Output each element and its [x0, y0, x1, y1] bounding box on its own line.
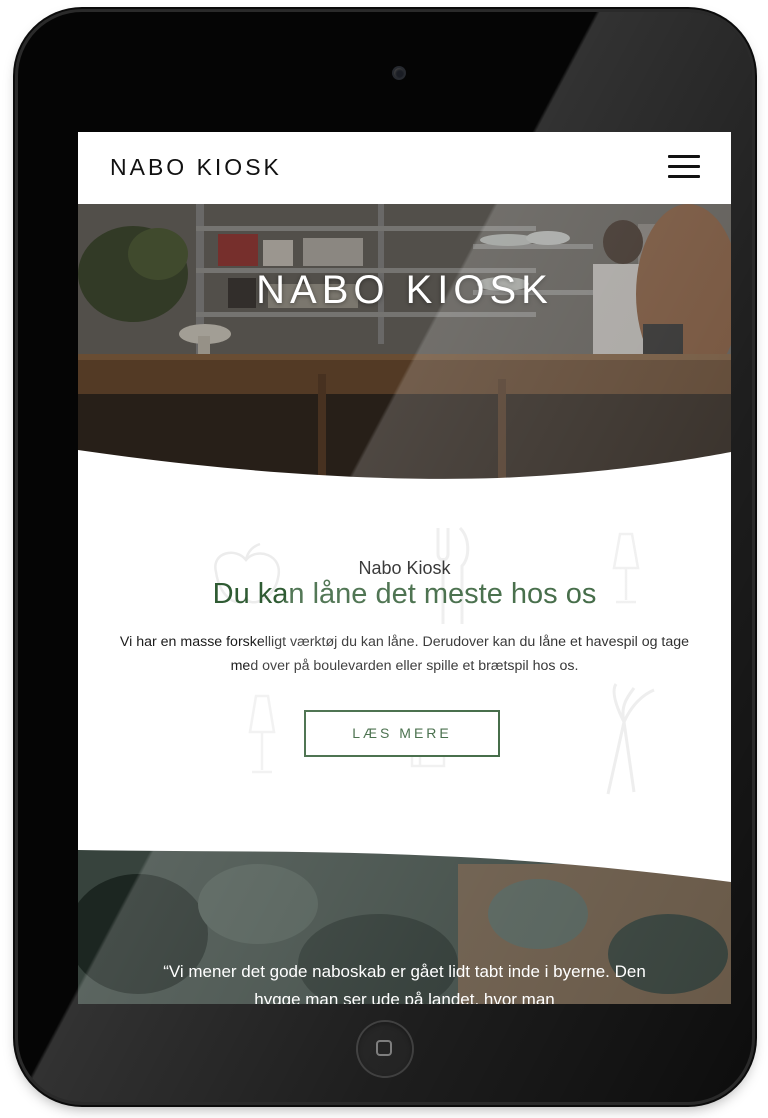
hero-banner: NABO KIOSK: [78, 204, 731, 494]
section-eyebrow: Nabo Kiosk: [358, 558, 451, 578]
camera-icon: [394, 68, 404, 78]
read-more-button[interactable]: LÆS MERE: [304, 710, 500, 757]
lamp-illustration-icon: [248, 694, 276, 774]
quote-section: “Vi mener det gode naboskab er gået lidt…: [78, 844, 731, 1004]
home-square-icon: [376, 1040, 392, 1056]
hero-title: NABO KIOSK: [256, 268, 553, 312]
intro-section: Nabo Kiosk Du kan låne det meste hos os …: [78, 494, 731, 854]
navbar: NABO KIOSK: [78, 132, 731, 204]
brand-logo[interactable]: NABO KIOSK: [110, 154, 282, 181]
screen: NABO KIOSK NABO KIOSK Nabo Kiosk Du kan …: [78, 132, 731, 1004]
section-body-text: Vi har en masse forskelligt værktøj du k…: [119, 634, 690, 674]
hero-wave-divider: [78, 450, 731, 494]
hamburger-menu-icon[interactable]: [668, 152, 700, 182]
home-button-icon[interactable]: [358, 1022, 412, 1076]
quote-text: “Vi mener det gode naboskab er gået lidt…: [163, 962, 646, 1004]
vegetable-illustration-icon: [606, 683, 655, 795]
quote-wave-divider: [78, 844, 731, 882]
section-heading: Du kan låne det meste hos os: [212, 578, 597, 610]
tablet-frame: NABO KIOSK NABO KIOSK Nabo Kiosk Du kan …: [18, 12, 752, 1102]
